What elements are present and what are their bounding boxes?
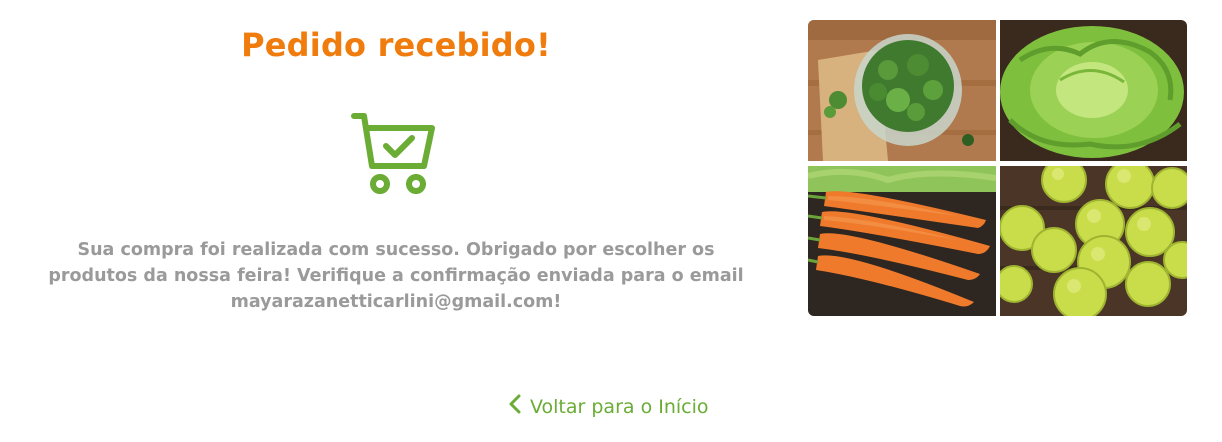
back-link-label: Voltar para o Início [530, 395, 709, 418]
confirmation-message: Sua compra foi realizada com sucesso. Ob… [48, 240, 744, 312]
back-to-home-link[interactable]: Voltar para o Início [508, 393, 709, 420]
page-title: Pedido recebido! [241, 26, 551, 64]
chevron-left-icon [508, 393, 522, 420]
lettuce-image [1000, 20, 1187, 161]
cart-check-icon [350, 110, 438, 196]
watercress-image [808, 20, 996, 161]
produce-collage [808, 20, 1187, 316]
limes-image [1000, 166, 1187, 316]
order-confirmation-page: Pedido recebido! Sua compra foi realizad… [0, 0, 1222, 442]
carrots-image [808, 166, 996, 316]
